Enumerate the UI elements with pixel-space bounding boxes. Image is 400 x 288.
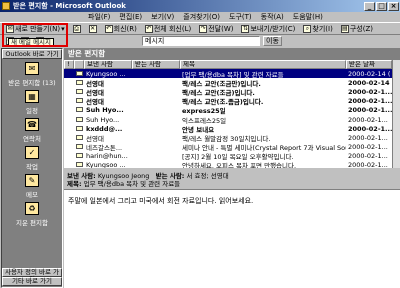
menu-tools[interactable]: 도구(T) [229,12,252,22]
preview-subject-value: 업무 팩/용dba 목차 및 관련 자료들 [83,180,181,188]
row-from: harin@hun... [86,152,128,161]
shortcut-calendar[interactable]: ▦ 일정 [2,87,62,115]
contacts-icon: ☎ [25,118,39,131]
mail-envelope-icon [74,97,84,105]
mail-envelope-icon [74,106,84,114]
row-date: 2000-02-1... [348,124,392,133]
print-button[interactable]: ⎙ [71,24,83,34]
shortcut-deleted-items[interactable]: ♻ 지운 편지함 [2,199,62,227]
deleted-items-icon: ♻ [25,202,39,215]
preview-header: 보낸 사람: Kyungsoo Jeong 받는 사람: 서 효정; 선영대 제… [64,171,400,190]
mail-envelope-icon [74,125,84,133]
notes-icon: ✎ [25,174,39,187]
row-date: 2000-02-1... [348,97,392,106]
menu-file[interactable]: 파일(F) [88,12,110,22]
col-from[interactable]: 보낸 사람 [84,60,132,69]
send-receive-icon: ⇅ [241,24,250,33]
mail-envelope-icon [74,134,84,142]
window-title: 받은 편지함 - Microsoft Outlook [13,2,126,10]
calendar-icon: ▦ [25,90,39,103]
mail-envelope-icon [74,152,84,160]
row-date: 2000-02-14 ( [348,78,392,87]
row-date: 2000-02-1... [348,143,388,152]
mail-envelope-icon [74,116,84,124]
preview-from-label: 보낸 사람: [67,172,96,180]
delete-icon: ✕ [88,24,97,33]
col-importance[interactable]: ! [64,60,74,69]
tasks-icon: ✓ [25,146,39,159]
mail-envelope-icon [74,143,84,151]
preview-from-value: Kyungsoo Jeong [97,172,150,180]
message-list-scrollbar[interactable] [392,60,400,168]
preview-body: 주말에 일본에서 그리고 미국에서 회전 자료입니다. 읽어보세요. [68,197,254,205]
col-received[interactable]: 받은 날짜 [346,60,392,69]
outlook-app-icon [2,2,10,10]
forward-button[interactable]: ↷ 전달(W) [197,24,235,34]
preview-pane: 보낸 사람: Kyungsoo Jeong 받는 사람: 서 효정; 선영대 제… [64,168,400,288]
inbox-icon: ✉ [25,62,39,75]
other-shortcuts-button[interactable]: 기타 바로 가기 [2,277,62,286]
row-date: 2000-02-1... [348,106,392,115]
reply-all-icon: ↶ [144,24,153,33]
menu-edit[interactable]: 편집(E) [119,12,142,22]
preview-subject-label: 제목: [67,180,82,188]
organize-icon: ▤ [340,24,349,33]
shortcut-inbox[interactable]: ✉ 받은 편지함 (13) [2,59,62,87]
shortcut-tasks[interactable]: ✓ 작업 [2,143,62,171]
menu-bar: 파일(F) 편집(E) 보기(V) 즐겨찾기(O) 도구(T) 동작(A) 도움… [0,12,400,22]
preview-to-value: 서 효정; 선영대 [186,172,229,180]
maximize-button[interactable]: □ [376,1,387,11]
close-window-button[interactable]: × [388,1,399,11]
row-date: 2000-02-1... [348,87,392,96]
mail-envelope-icon [74,88,84,96]
col-to[interactable]: 받는 사람 [132,60,180,69]
organize-button[interactable]: ▤ 구성(Z) [339,24,375,34]
go-button[interactable]: 이동 [263,36,282,46]
address-field[interactable]: 메시지 [142,36,260,46]
folder-banner: 받은 편지함 [64,48,400,60]
row-from: Suh Hyo... [86,106,124,115]
find-button[interactable]: ⌕ 찾기(I) [301,24,334,34]
minimize-button[interactable]: _ [364,1,375,11]
row-date: 2000-02-14 ( [348,69,391,78]
message-list: ! 보낸 사람 받는 사람 제목 받은 날짜 Kyungsoo ... [업무 팩… [64,60,400,170]
shortcut-contacts[interactable]: ☎ 연락처 [2,115,62,143]
row-from: 선영대 [86,98,104,107]
custom-shortcuts-button[interactable]: 사용자 정의 바로 가기 [2,268,62,283]
message-rows: Kyungsoo ... [업무 팩/용dba 목차] 및 관련 자료들 2000-… [64,69,400,170]
mail-envelope-icon [74,70,84,78]
row-from: kxddd@... [86,124,123,133]
send-receive-button[interactable]: ⇅ 보내기/받기(C) [239,24,297,34]
row-date: 2000-02-1... [348,152,388,161]
menu-actions[interactable]: 동작(A) [261,12,284,22]
row-from: Kyungsoo ... [86,69,126,78]
preview-to-label: 받는 사람: [155,172,185,180]
outlook-bar: Outlook 바로 가기 ✉ 받은 편지함 (13) ▦ 일정 ☎ 연락처 ✓ 작업 … [1,48,63,288]
highlight-annotation [2,23,68,47]
shortcut-notes[interactable]: ✎ 메모 [2,171,62,199]
delete-button[interactable]: ✕ [87,24,99,34]
outlook-shortcuts-header[interactable]: Outlook 바로 가기 [2,49,62,59]
row-date: 2000-02-1... [348,115,388,124]
col-icon[interactable] [74,60,84,69]
reply-icon: ↶ [104,24,113,33]
menu-view[interactable]: 보기(V) [151,12,174,22]
row-from: 네즈갈스톤... [86,144,123,153]
reply-all-button[interactable]: ↶ 전체 회신(L) [143,24,193,34]
reply-button[interactable]: ↶ 회신(R) [103,24,139,34]
menu-favorites[interactable]: 즐겨찾기(O) [183,12,220,22]
mail-envelope-icon [74,79,84,87]
row-date: 2000-02-1... [348,133,388,142]
find-icon: ⌕ [303,24,312,33]
row-from: Suh Hyo... [86,115,120,124]
forward-icon: ↷ [199,24,208,33]
menu-help[interactable]: 도움말(H) [293,12,323,22]
print-icon: ⎙ [72,24,81,33]
title-bar: 받은 편지함 - Microsoft Outlook _ □ × [0,0,400,12]
